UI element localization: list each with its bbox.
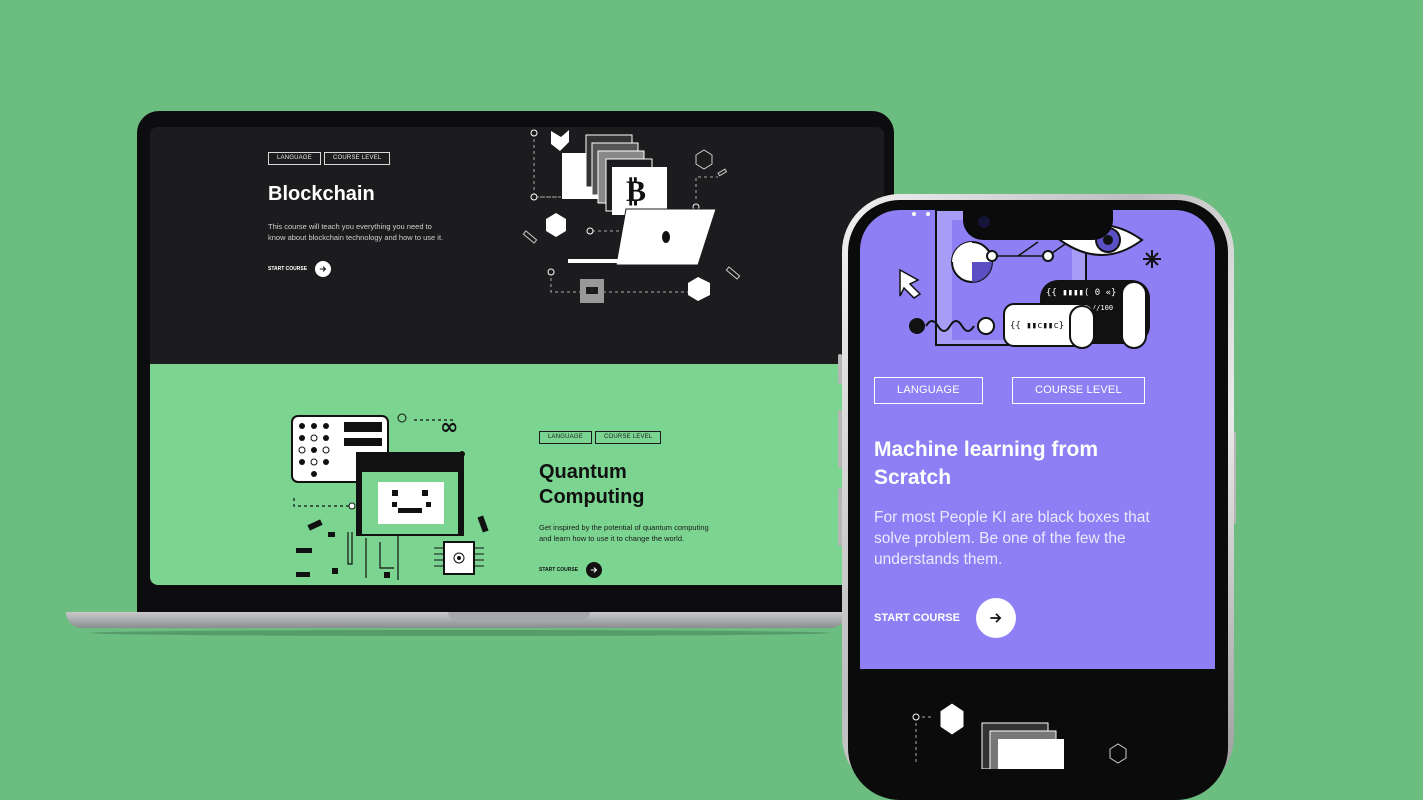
title-line: Computing: [539, 486, 645, 508]
blockchain-course-section: LANGUAGE COURSE LEVEL Blockchain This co…: [150, 127, 884, 364]
description-line: solve problem. Be one of the few the: [874, 530, 1126, 547]
start-course-label: START COURSE: [268, 266, 308, 272]
language-tag[interactable]: LANGUAGE: [539, 431, 592, 444]
blockchain-illustration: [912, 702, 1127, 769]
illustration-code-label: {{ ▮▮▮▮( 0 «}: [1046, 288, 1116, 298]
phone-screen: {{ ▮▮▮▮( 0 «} //100 {{ ▮▮c▮▮c} LANGUAGE …: [860, 210, 1215, 770]
svg-text://100: //100: [1092, 304, 1113, 312]
course-description: Get inspired by the potential of quantum…: [539, 522, 709, 544]
start-course-button[interactable]: START COURSE: [539, 562, 603, 578]
course-level-tag[interactable]: COURSE LEVEL: [324, 152, 391, 165]
title-line: Quantum: [539, 461, 627, 483]
start-course-button[interactable]: START COURSE: [874, 598, 1016, 638]
description-line: This course will teach you everything yo…: [268, 222, 432, 231]
quantum-illustration: ∞: [291, 413, 489, 580]
language-tag[interactable]: LANGUAGE: [268, 152, 321, 165]
blockchain-illustration: ₿: [522, 129, 741, 303]
course-description: For most People KI are black boxes that …: [874, 507, 1150, 570]
laptop-screen: LANGUAGE COURSE LEVEL Blockchain This co…: [150, 127, 884, 585]
course-title: Blockchain: [268, 183, 375, 205]
course-title: Machine learning from Scratch: [874, 436, 1098, 492]
svg-text:₿: ₿: [626, 174, 646, 209]
arrow-right-icon[interactable]: [975, 598, 1016, 638]
language-tag[interactable]: LANGUAGE: [874, 377, 983, 404]
svg-text:∞: ∞: [440, 415, 458, 440]
course-title: Quantum Computing: [539, 460, 645, 510]
camera-icon: [978, 216, 990, 228]
course-level-tag[interactable]: COURSE LEVEL: [595, 431, 662, 444]
description-line: and learn how to use it to change the wo…: [539, 534, 685, 543]
description-line: understands them.: [874, 551, 1003, 568]
description-line: For most People KI are black boxes that: [874, 509, 1150, 526]
arrow-right-icon[interactable]: [586, 562, 603, 578]
illustration-code-label: {{ ▮▮c▮▮c}: [1010, 321, 1064, 331]
title-line: Scratch: [874, 466, 952, 489]
title-line: Machine learning from: [874, 438, 1099, 461]
start-course-label: START COURSE: [874, 612, 960, 624]
course-level-tag[interactable]: COURSE LEVEL: [1012, 377, 1145, 404]
arrow-right-icon[interactable]: [315, 261, 332, 277]
next-course-section: [860, 669, 1215, 770]
laptop-shadow: [90, 630, 830, 636]
quantum-course-section: ∞ LANGUAGE COURSE LEVEL Quantum Computin…: [150, 364, 884, 585]
laptop-hinge: [448, 612, 590, 620]
description-line: know about blockchain technology and how…: [268, 233, 444, 242]
start-course-button[interactable]: START COURSE: [268, 261, 332, 277]
course-description: This course will teach you everything yo…: [268, 221, 443, 243]
start-course-label: START COURSE: [539, 567, 579, 573]
description-line: Get inspired by the potential of quantum…: [539, 523, 709, 532]
